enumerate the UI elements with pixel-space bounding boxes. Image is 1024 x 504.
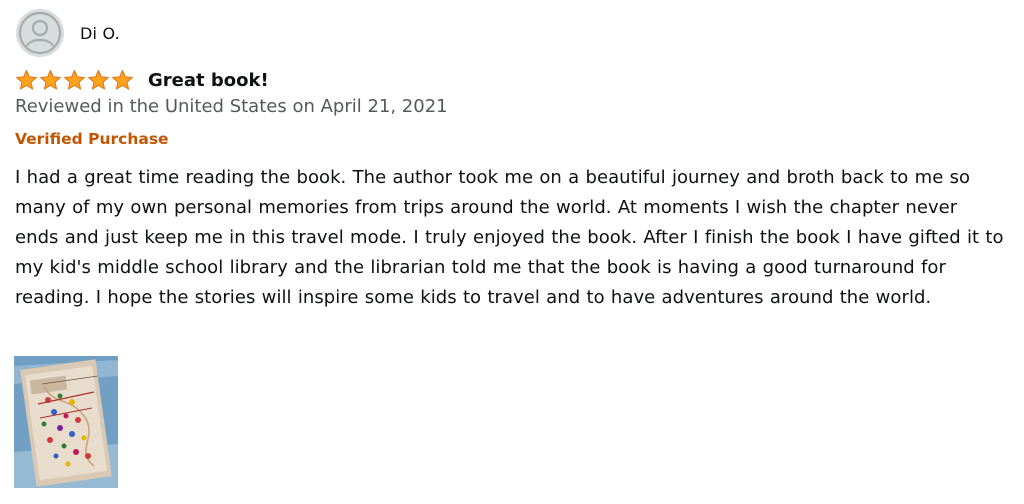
review-date: Reviewed in the United States on April 2… (15, 96, 448, 117)
star-filled-icon (87, 69, 110, 92)
verified-purchase-badge[interactable]: Verified Purchase (15, 130, 169, 148)
star-rating[interactable] (15, 69, 134, 92)
star-filled-icon (39, 69, 62, 92)
customer-review: Di O. Great book! Reviewed in the United… (0, 0, 1024, 504)
star-filled-icon (111, 69, 134, 92)
review-title[interactable]: Great book! (148, 70, 269, 91)
review-header: Great book! (15, 67, 269, 93)
default-profile-icon[interactable] (16, 9, 64, 57)
review-body: I had a great time reading the book. The… (15, 167, 1004, 308)
reviewer-profile[interactable]: Di O. (16, 9, 120, 57)
review-photo-thumbnail[interactable] (14, 356, 118, 488)
star-filled-icon (15, 69, 38, 92)
reviewer-name[interactable]: Di O. (80, 24, 120, 43)
star-filled-icon (63, 69, 86, 92)
